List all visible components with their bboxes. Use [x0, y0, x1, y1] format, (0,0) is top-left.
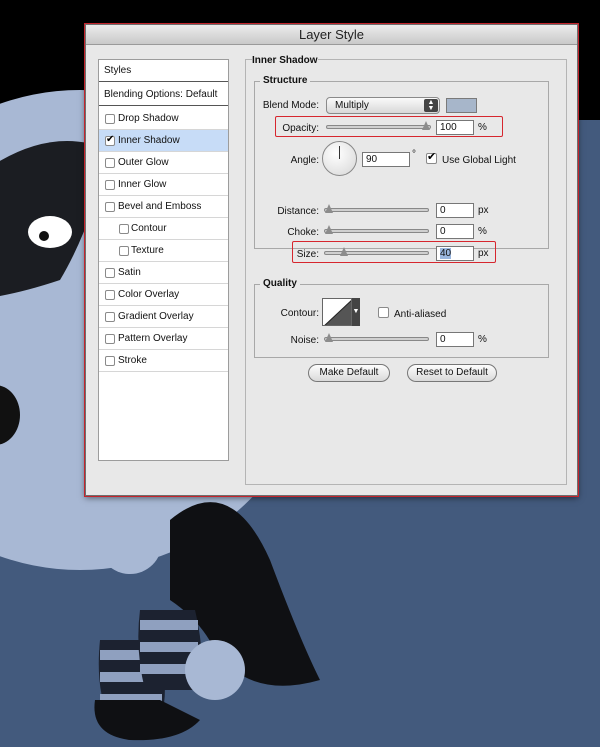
style-item-inner-shadow[interactable]: Inner Shadow: [99, 130, 228, 152]
distance-unit: px: [478, 205, 489, 216]
style-item-label: Color Overlay: [118, 289, 180, 300]
size-slider[interactable]: [324, 247, 429, 256]
style-checkbox[interactable]: [105, 114, 115, 124]
style-item-contour[interactable]: Contour: [99, 218, 228, 240]
size-value: 40: [440, 248, 452, 259]
blend-mode-select[interactable]: Multiply ▲ ▼: [326, 97, 440, 114]
style-item-label: Texture: [131, 245, 164, 256]
style-item-label: Inner Glow: [118, 179, 167, 190]
style-checkbox[interactable]: [105, 134, 115, 146]
distance-field[interactable]: 0: [436, 203, 474, 218]
character-hand-right: [185, 640, 245, 700]
quality-group: [254, 284, 549, 358]
angle-dial[interactable]: [322, 141, 357, 176]
style-item-texture[interactable]: Texture: [99, 240, 228, 262]
size-label: Size:: [296, 249, 319, 260]
contour-curve-icon: [324, 300, 351, 325]
noise-slider[interactable]: [324, 333, 429, 342]
opacity-label: Opacity:: [282, 123, 319, 134]
size-field[interactable]: 40: [436, 246, 474, 261]
style-item-color-overlay[interactable]: Color Overlay: [99, 284, 228, 306]
style-item-stroke[interactable]: Stroke: [99, 350, 228, 372]
style-item-drop-shadow[interactable]: Drop Shadow: [99, 108, 228, 130]
style-item-inner-glow[interactable]: Inner Glow: [99, 174, 228, 196]
choke-slider[interactable]: [324, 225, 429, 234]
blending-options-item[interactable]: Blending Options: Default: [99, 84, 228, 106]
structure-title: Structure: [260, 75, 311, 86]
style-item-gradient-overlay[interactable]: Gradient Overlay: [99, 306, 228, 328]
opacity-slider[interactable]: [326, 121, 431, 130]
style-item-label: Contour: [131, 223, 167, 234]
select-arrows-icon: ▲ ▼: [424, 99, 438, 112]
character-shoe: [94, 700, 200, 741]
style-item-label: Satin: [118, 267, 141, 278]
choke-field[interactable]: 0: [436, 224, 474, 239]
choke-unit: %: [478, 226, 487, 237]
style-checkbox[interactable]: [119, 224, 129, 234]
style-checkbox[interactable]: [119, 246, 129, 256]
style-checkbox[interactable]: [105, 312, 115, 322]
choke-label: Choke:: [287, 227, 319, 238]
blend-mode-label: Blend Mode:: [262, 100, 319, 111]
noise-unit: %: [478, 334, 487, 345]
contour-label: Contour:: [280, 308, 319, 319]
style-checkbox[interactable]: [105, 180, 115, 190]
style-checkbox[interactable]: [105, 356, 115, 366]
angle-field[interactable]: 90: [362, 152, 410, 167]
style-checkbox[interactable]: [105, 268, 115, 278]
noise-slider-thumb[interactable]: [325, 333, 333, 342]
use-global-light-label: Use Global Light: [442, 155, 516, 166]
style-checkbox[interactable]: [105, 334, 115, 344]
contour-dropdown-icon[interactable]: ▼: [352, 298, 360, 326]
style-item-label: Inner Shadow: [118, 135, 180, 146]
opacity-field[interactable]: 100: [436, 120, 474, 135]
style-item-label: Bevel and Emboss: [118, 201, 202, 212]
distance-label: Distance:: [277, 206, 319, 217]
style-item-label: Outer Glow: [118, 157, 169, 168]
skull-emblem: [28, 216, 72, 248]
make-default-button[interactable]: Make Default: [308, 364, 390, 382]
use-global-light-checkbox[interactable]: [426, 151, 437, 164]
style-checkbox[interactable]: [105, 290, 115, 300]
style-item-label: Drop Shadow: [118, 113, 179, 124]
contour-preview[interactable]: [322, 298, 352, 326]
style-item-pattern-overlay[interactable]: Pattern Overlay: [99, 328, 228, 350]
style-item-label: Gradient Overlay: [118, 311, 194, 322]
shadow-color-swatch[interactable]: [446, 98, 477, 113]
choke-slider-thumb[interactable]: [325, 225, 333, 234]
style-checkbox[interactable]: [105, 202, 115, 212]
style-item-outer-glow[interactable]: Outer Glow: [99, 152, 228, 174]
style-item-satin[interactable]: Satin: [99, 262, 228, 284]
quality-title: Quality: [260, 278, 300, 289]
anti-aliased-checkbox[interactable]: [378, 307, 389, 318]
angle-unit: °: [412, 149, 416, 160]
distance-slider[interactable]: [324, 204, 429, 213]
styles-header[interactable]: Styles: [99, 60, 228, 82]
distance-slider-thumb[interactable]: [325, 204, 333, 213]
reset-to-default-button[interactable]: Reset to Default: [407, 364, 497, 382]
style-item-label: Stroke: [118, 355, 147, 366]
panel-title: Inner Shadow: [252, 55, 318, 66]
size-slider-thumb[interactable]: [340, 247, 349, 256]
style-checkbox[interactable]: [105, 158, 115, 168]
character-hand-left: [98, 510, 162, 574]
size-unit: px: [478, 248, 489, 259]
layer-style-dialog: Layer Style Styles Blending Options: Def…: [85, 24, 578, 496]
opacity-slider-thumb[interactable]: [422, 121, 430, 130]
dialog-title: Layer Style: [86, 25, 577, 45]
style-item-bevel-and-emboss[interactable]: Bevel and Emboss: [99, 196, 228, 218]
styles-list: Styles Blending Options: Default Drop Sh…: [98, 59, 229, 461]
opacity-unit: %: [478, 122, 487, 133]
noise-label: Noise:: [290, 335, 319, 346]
noise-field[interactable]: 0: [436, 332, 474, 347]
angle-label: Angle:: [290, 155, 319, 166]
style-item-label: Pattern Overlay: [118, 333, 188, 344]
anti-aliased-label: Anti-aliased: [394, 309, 447, 320]
inner-shadow-panel: Inner Shadow Structure Blend Mode: Multi…: [245, 55, 567, 485]
